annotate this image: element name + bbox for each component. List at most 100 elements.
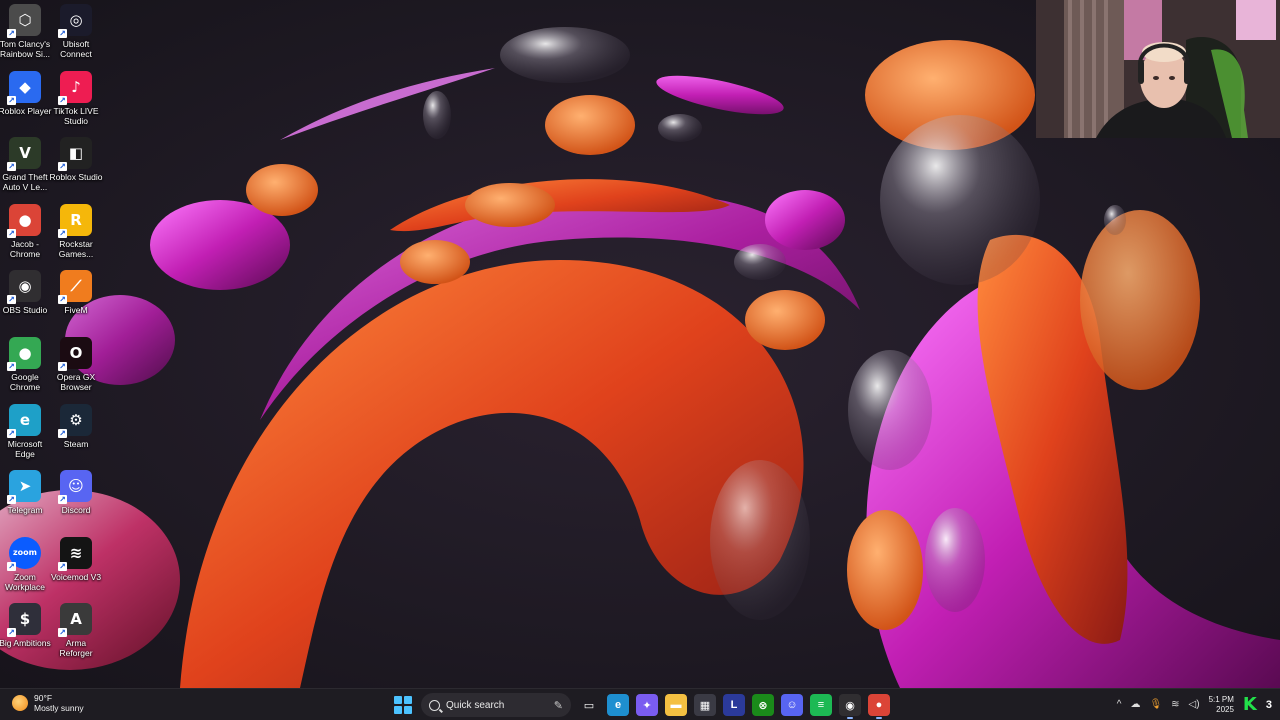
shortcut-arrow-icon: ↗ [7,228,16,238]
clock-time: 5:1 PM [1208,694,1234,704]
taskbar-obs-icon[interactable]: ◉ [839,694,861,719]
desktop-icon-ubisoft[interactable]: ◎ ↗ Ubisoft Connect [51,4,101,59]
rockstar-icon: R ↗ [58,203,92,238]
weather-condition: Mostly sunny [34,703,84,713]
desktop-icon-label: Microsoft Edge [7,438,43,459]
desktop-icon-label: OBS Studio [2,305,48,316]
wifi-icon[interactable]: ≋ [1171,699,1179,710]
desktop-icon-label: TikTok LIVE Studio [53,105,99,126]
clock-date: 2025 [1216,704,1234,714]
notification-badge[interactable]: 3 [1266,699,1272,711]
shortcut-arrow-icon: ↗ [58,162,67,172]
edge-icon: e ↗ [7,403,41,438]
taskbar-xbox-icon[interactable]: ⊗ [752,694,774,716]
search-icon [429,699,440,711]
desktop-icon-label: Ubisoft Connect [60,39,92,59]
rainbow-six-icon: ⬡ ↗ [7,4,41,38]
taskbar-center: Quick search ✎ ▭ e ✦ ▬ ▦ L ⊗ ☺ ≡ ◉ ● [392,692,890,719]
taskbar-search[interactable]: Quick search ✎ [421,693,571,717]
desktop-icon-arma-reforger[interactable]: A ↗ Arma Reforger [51,603,101,658]
desktop-icon-zoom[interactable]: zoom ↗ Zoom Workplace [0,536,50,592]
desktop-icon-label: Voicemod V3 [50,571,102,582]
shortcut-arrow-icon: ↗ [7,162,16,172]
desktop-icon-big-ambitions[interactable]: $ ↗ Big Ambitions [0,603,51,649]
onedrive-icon[interactable]: ☁ [1130,699,1140,710]
taskbar-discord-icon[interactable]: ☺ [781,694,803,716]
desktop-icon-roblox-player[interactable]: ◆ ↗ Roblox Player [0,70,52,116]
desktop-icon-obs[interactable]: ◉ ↗ OBS Studio [0,270,50,315]
telegram-icon: ➤ ↗ [7,470,41,505]
desktop-icon-edge[interactable]: e ↗ Microsoft Edge [0,403,50,459]
clock[interactable]: 5:1 PM 2025 [1209,695,1234,715]
desktop-icon-label: Grand Theft Auto V Le... [2,172,48,193]
kick-logo-icon: K [1242,694,1257,715]
gta-icon: V ↗ [7,137,41,172]
tray-overflow-chevron-icon[interactable]: ^ [1117,699,1122,710]
steam-icon: ⚙ ↗ [58,403,92,438]
desktop-icon-telegram[interactable]: ➤ ↗ Telegram [0,470,50,515]
shortcut-arrow-icon: ↗ [7,29,16,38]
webcam-feed [1036,0,1280,138]
desktop-icon-roblox-studio[interactable]: ◧ ↗ Roblox Studio [49,137,103,183]
roblox-studio-icon: ◧ ↗ [58,137,92,172]
discord-icon: ☺ ↗ [58,470,92,505]
shortcut-arrow-icon: ↗ [58,29,67,38]
shortcut-arrow-icon: ↗ [58,295,67,305]
shortcut-arrow-icon: ↗ [58,561,67,571]
desktop-icon-discord[interactable]: ☺ ↗ Discord [51,470,101,515]
search-placeholder: Quick search [446,699,505,711]
zoom-icon: zoom ↗ [7,536,41,571]
taskbar-copilot-icon[interactable]: ✦ [636,694,658,716]
taskbar-launcher-l-icon[interactable]: L [723,694,745,716]
taskbar-spotify-icon[interactable]: ≡ [810,694,832,716]
desktop-icon-label: Google Chrome [9,372,41,392]
shortcut-arrow-icon: ↗ [7,628,16,638]
obs-icon: ◉ ↗ [7,270,41,305]
arma-reforger-icon: A ↗ [58,603,92,638]
desktop-icon-voicemod[interactable]: ≋ ↗ Voicemod V3 [50,536,102,582]
shortcut-arrow-icon: ↗ [58,362,67,371]
shortcut-arrow-icon: ↗ [7,561,16,571]
taskbar-edge-icon[interactable]: e [607,694,629,716]
start-button[interactable] [392,694,414,716]
shortcut-arrow-icon: ↗ [7,495,16,505]
shortcut-arrow-icon: ↗ [58,95,67,105]
desktop-icon-label: Roblox Player [0,105,52,116]
volume-icon[interactable]: ◁) [1189,699,1200,710]
desktop-icon-label: Jacob - Chrome [9,238,41,259]
desktop-icon-gta[interactable]: V ↗ Grand Theft Auto V Le... [0,137,50,192]
desktop-icon-label: Zoom Workplace [5,571,45,592]
desktop-icon-fivem[interactable]: ⟋ ↗ FiveM [51,270,101,315]
desktop-icon-label: Rockstar Games... [58,238,94,259]
desktop-icon-label: Roblox Studio [49,172,103,183]
desktop-icon-label: Big Ambitions [0,638,51,649]
desktop-icon-opera-gx[interactable]: O ↗ Opera GX Browser [51,337,101,392]
taskbar-file-explorer-icon[interactable]: ▬ [665,694,687,716]
sun-icon [12,695,28,711]
search-highlight-icon: ✎ [553,699,563,712]
roblox-player-icon: ◆ ↗ [7,70,41,105]
voicemod-icon: ≋ ↗ [58,536,92,571]
desktop-icon-chrome-profile[interactable]: ● ↗ Jacob - Chrome [0,203,50,259]
big-ambitions-icon: $ ↗ [7,603,41,638]
desktop-icon-label: Discord [61,505,91,516]
taskbar-microsoft-store-icon[interactable]: ▦ [694,694,716,716]
desktop-icon-label: Arma Reforger [59,638,93,659]
desktop-icon-rainbow-six[interactable]: ⬡ ↗ Tom Clancy's Rainbow Si... [0,4,50,59]
taskbar-task-view-icon[interactable]: ▭ [578,694,600,716]
taskbar-chrome-icon[interactable]: ● [868,694,890,719]
desktop-icon-rockstar[interactable]: R ↗ Rockstar Games... [51,203,101,259]
microphone-icon[interactable]: 🎙 [1149,699,1162,710]
tiktok-icon: ♪ ↗ [58,70,92,105]
chrome-icon: ● ↗ [7,337,41,371]
shortcut-arrow-icon: ↗ [7,428,16,438]
desktop-icon-steam[interactable]: ⚙ ↗ Steam [51,403,101,449]
desktop-icon-tiktok[interactable]: ♪ ↗ TikTok LIVE Studio [51,70,101,126]
desktop-icon-label: Tom Clancy's Rainbow Si... [0,39,51,59]
weather-widget[interactable]: 90°F Mostly sunny [12,693,84,713]
shortcut-arrow-icon: ↗ [58,228,67,238]
shortcut-arrow-icon: ↗ [7,95,16,105]
shortcut-arrow-icon: ↗ [58,495,67,505]
taskbar: 90°F Mostly sunny Quick search ✎ ▭ e ✦ ▬ ▦ L ⊗… [0,688,1280,720]
desktop-icon-chrome[interactable]: ● ↗ Google Chrome [0,337,50,392]
